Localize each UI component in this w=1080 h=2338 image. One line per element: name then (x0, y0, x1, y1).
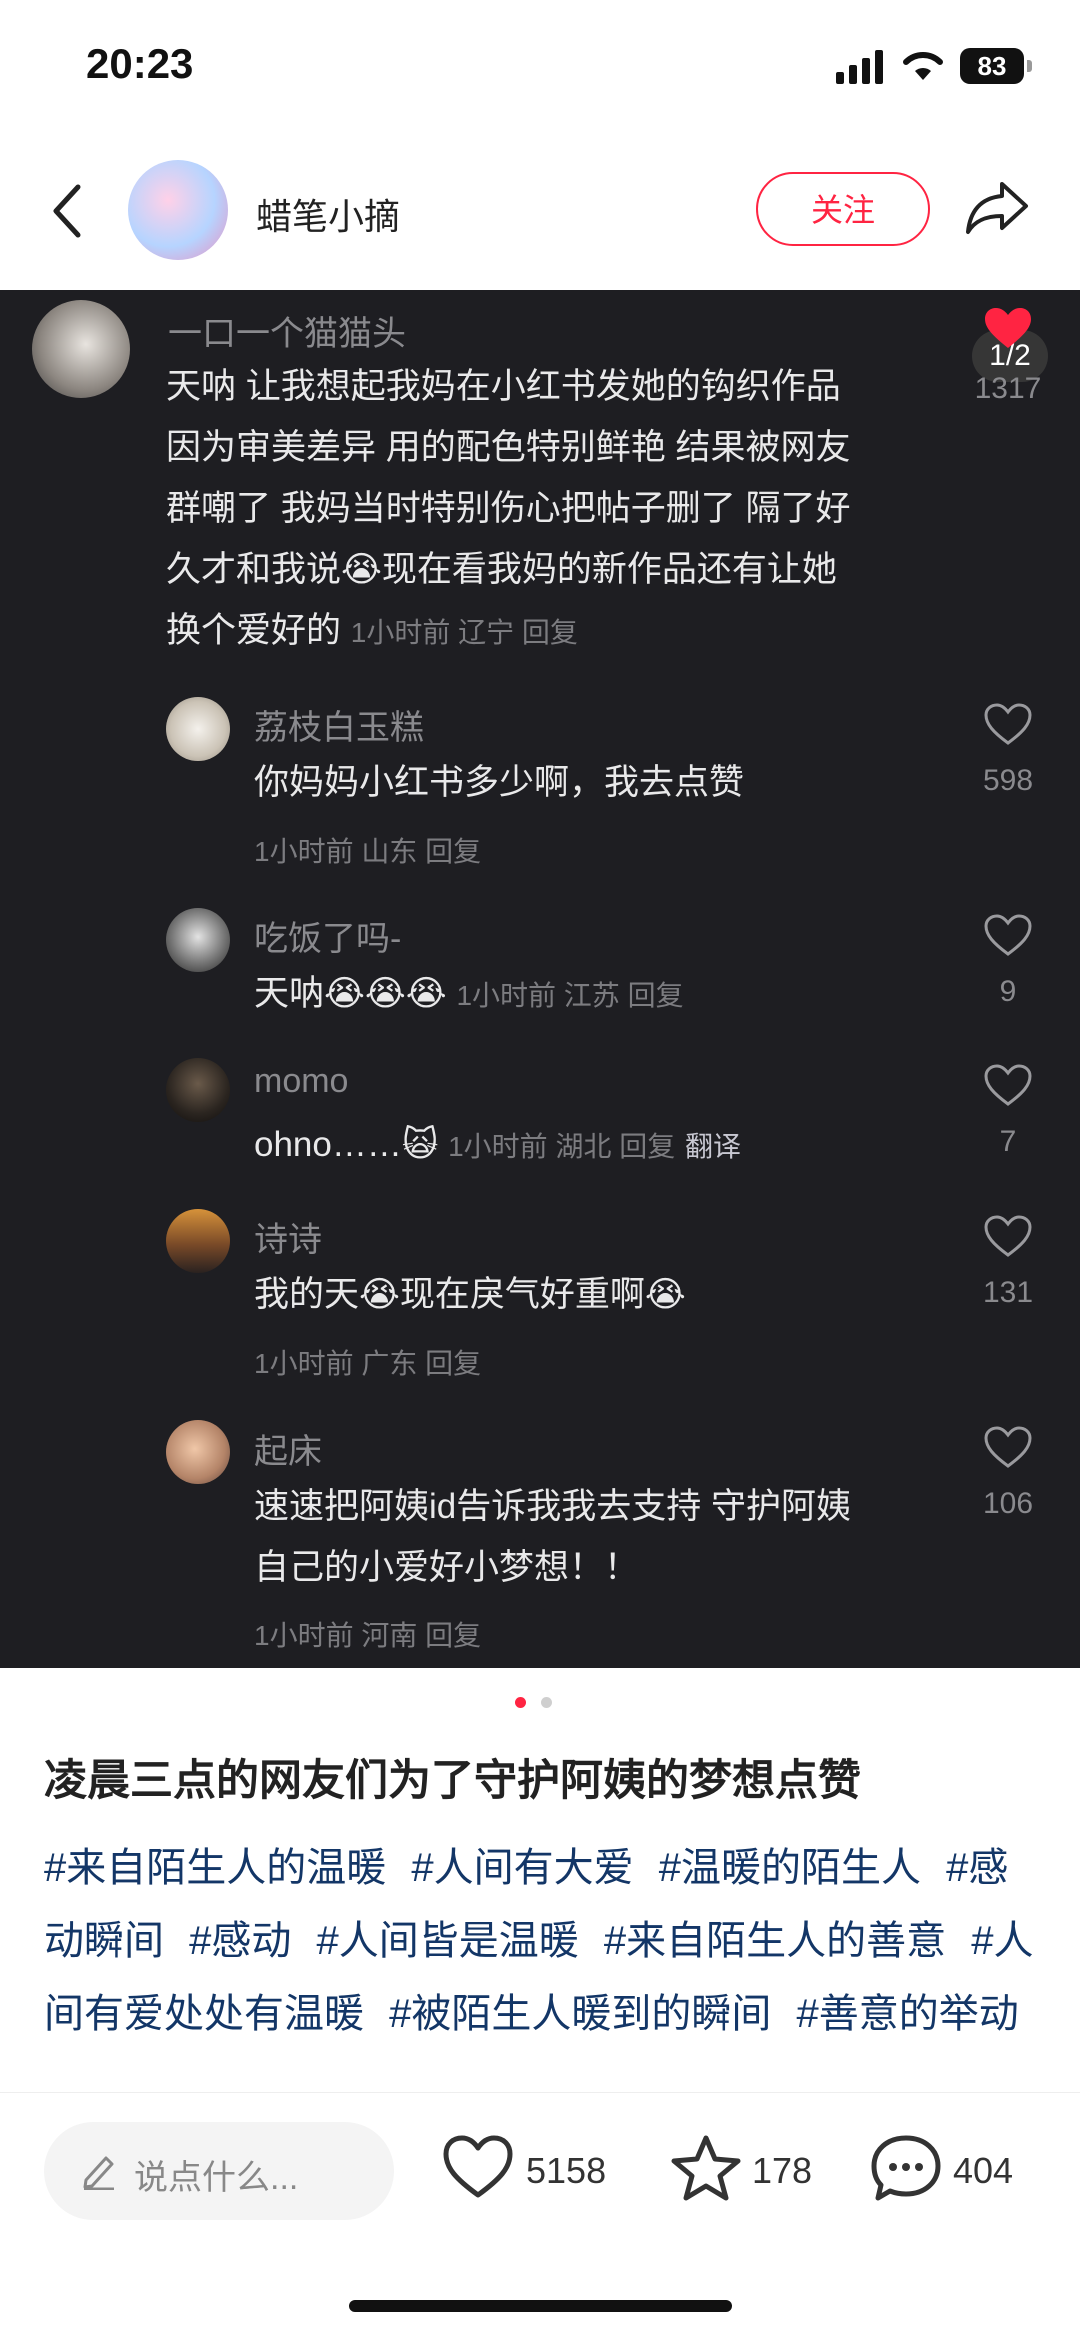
comment-input-placeholder[interactable]: 说点什么... (134, 2150, 298, 2199)
commenter-avatar (32, 300, 130, 398)
comment-line: 换个爱好的 (166, 611, 342, 650)
reply-avatar (166, 697, 230, 761)
reply-text: 我的天😭现在戾气好重啊😭 (254, 1275, 686, 1314)
share-icon[interactable] (964, 180, 1030, 236)
translate-link[interactable]: 翻译 (685, 1131, 741, 1162)
liked-heart-icon (985, 308, 1031, 348)
hashtag-link[interactable]: #感动 (189, 1919, 291, 1963)
note-title: 凌晨三点的网友们为了守护阿姨的梦想点赞 (44, 1757, 861, 1805)
reply-author: 吃饭了吗- (254, 920, 402, 958)
hashtag-link[interactable]: #温暖的陌生人 (659, 1846, 921, 1890)
home-indicator (349, 2300, 732, 2312)
reply-author: 诗诗 (254, 1221, 322, 1259)
hashtag-link[interactable]: #被陌生人暖到的瞬间 (389, 1992, 771, 2036)
like-count[interactable]: 5158 (526, 2150, 606, 2192)
reply-avatar (166, 1420, 230, 1484)
heart-icon[interactable] (983, 1063, 1033, 1107)
reply-likes: 9 (999, 975, 1017, 1008)
hashtag-link[interactable]: #人间皆是温暖 (317, 1919, 579, 1963)
author-name[interactable]: 蜡笔小摘 (256, 188, 400, 240)
heart-icon[interactable] (983, 913, 1033, 957)
comment-line: 天呐 让我想起我妈在小红书发她的钩织作品 (166, 367, 841, 406)
cellular-signal-icon (836, 50, 883, 84)
comment-count[interactable]: 404 (953, 2150, 1013, 2192)
reply-avatar (166, 908, 230, 972)
heart-icon[interactable] (983, 1425, 1033, 1469)
status-bar: 20:23 83 (0, 0, 1080, 140)
reply-line: 速速把阿姨id告诉我我去支持 守护阿姨 (254, 1487, 851, 1526)
reply-meta: 1小时前 江苏 回复 (456, 980, 684, 1011)
follow-button[interactable]: 关注 (756, 172, 930, 246)
wifi-icon (903, 51, 943, 80)
status-time: 20:23 (86, 40, 194, 87)
carousel-dot-active (515, 1697, 526, 1708)
battery-icon: 83 (960, 48, 1024, 84)
reply-line: 自己的小爱好小梦想！！ (254, 1548, 640, 1587)
comment-line: 群嘲了 我妈当时特别伤心把帖子删了 隔了好 (166, 489, 851, 528)
note-tags: #来自陌生人的温暖 #人间有大爱 #温暖的陌生人 #感动瞬间 #感动 #人间皆是… (44, 1832, 1044, 2090)
comment-line: 因为审美差异 用的配色特别鲜艳 结果被网友 (166, 428, 851, 467)
hashtag-link[interactable]: #来自陌生人的善意 (604, 1919, 946, 1963)
back-arrow-icon[interactable] (52, 183, 82, 239)
comment-likes: 1317 (974, 372, 1042, 405)
reply-meta: 1小时前 河南 回复 (254, 1620, 482, 1651)
hashtag-link[interactable]: #来自陌生人的温暖 (44, 1846, 386, 1890)
collect-count[interactable]: 178 (752, 2150, 812, 2192)
comment-line: 久才和我说😭现在看我妈的新作品还有让她 (166, 550, 837, 589)
reply-meta: 1小时前 广东 回复 (254, 1348, 482, 1379)
reply-avatar (166, 1058, 230, 1122)
reply-likes: 106 (982, 1487, 1034, 1520)
comment-author: 一口一个猫猫头 (168, 315, 406, 353)
comment-text: 天呐 让我想起我妈在小红书发她的钩织作品 因为审美差异 用的配色特别鲜艳 结果被… (166, 356, 956, 663)
reply-author: momo (254, 1062, 349, 1100)
reply-author: 荔枝白玉糕 (254, 709, 424, 747)
comment-meta: 1小时前 辽宁 回复 (350, 617, 578, 648)
pencil-icon (83, 2156, 114, 2190)
battery-tip (1027, 60, 1032, 72)
reply-avatar (166, 1209, 230, 1273)
heart-icon[interactable] (983, 702, 1033, 746)
like-heart-icon[interactable] (442, 2134, 514, 2200)
reply-text-content: ohno……🙀 (254, 1125, 439, 1164)
reply-likes: 598 (982, 764, 1034, 797)
reply-likes: 7 (999, 1125, 1017, 1158)
reply-text-content: 天呐😭😭😭 (254, 974, 447, 1013)
star-icon[interactable] (670, 2134, 742, 2202)
carousel-dot (541, 1697, 552, 1708)
reply-meta: 1小时前 湖北 回复 (448, 1131, 676, 1162)
heart-icon[interactable] (983, 1214, 1033, 1258)
reply-text: ohno……🙀 1小时前 湖北 回复 翻译 (254, 1114, 741, 1177)
reply-author: 起床 (254, 1433, 322, 1471)
hashtag-link[interactable]: #人间有大爱 (411, 1846, 633, 1890)
reply-likes: 131 (982, 1276, 1034, 1309)
hashtag-link[interactable]: #善意的举动 (797, 1992, 1019, 2036)
reply-text: 速速把阿姨id告诉我我去支持 守护阿姨 自己的小爱好小梦想！！ (254, 1476, 954, 1598)
reply-text: 你妈妈小红书多少啊，我去点赞 (254, 763, 745, 802)
reply-meta: 1小时前 山东 回复 (254, 836, 482, 867)
author-avatar[interactable] (128, 160, 228, 260)
comment-bubble-icon[interactable] (870, 2134, 942, 2204)
reply-text: 天呐😭😭😭 1小时前 江苏 回复 (254, 963, 684, 1026)
